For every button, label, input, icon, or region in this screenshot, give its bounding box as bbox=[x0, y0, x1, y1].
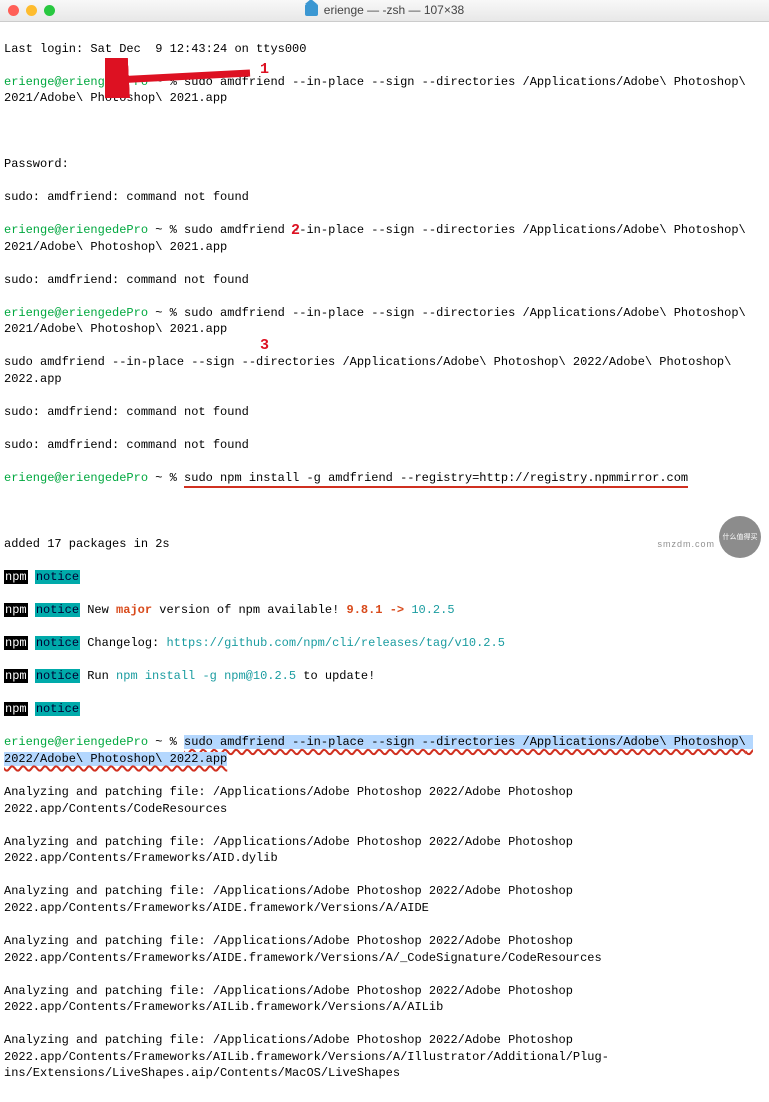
output-line: Analyzing and patching file: /Applicatio… bbox=[4, 883, 765, 916]
output-line: sudo amdfriend --in-place --sign --direc… bbox=[4, 354, 765, 387]
prompt-line: erienge@eriengedePro ~ % sudo amdfriend … bbox=[4, 734, 765, 767]
close-icon[interactable] bbox=[8, 5, 19, 16]
watermark-badge-icon: 什么值得买 bbox=[719, 516, 761, 558]
minimize-icon[interactable] bbox=[26, 5, 37, 16]
zoom-icon[interactable] bbox=[44, 5, 55, 16]
npm-notice-line: npm notice Run npm install -g npm@10.2.5… bbox=[4, 668, 765, 685]
npm-notice-line: npm notice bbox=[4, 569, 765, 586]
window-title: erienge — -zsh — 107×38 bbox=[324, 2, 464, 19]
npm-notice-line: npm notice Changelog: https://github.com… bbox=[4, 635, 765, 652]
home-folder-icon bbox=[305, 4, 318, 16]
window-titlebar: erienge — -zsh — 107×38 bbox=[0, 0, 769, 22]
output-line: Last login: Sat Dec 9 12:43:24 on ttys00… bbox=[4, 41, 765, 58]
output-line: Analyzing and patching file: /Applicatio… bbox=[4, 834, 765, 867]
npm-notice-line: npm notice bbox=[4, 701, 765, 718]
terminal-body[interactable]: Last login: Sat Dec 9 12:43:24 on ttys00… bbox=[0, 22, 769, 1102]
annotation-1: 1 bbox=[260, 60, 269, 81]
output-line: Analyzing and patching file: /Applicatio… bbox=[4, 933, 765, 966]
annotation-2: 2 bbox=[291, 221, 300, 242]
output-line: Analyzing and patching file: /Applicatio… bbox=[4, 784, 765, 817]
prompt-line: erienge@eriengedePro ~ % sudo amdfriend … bbox=[4, 305, 765, 338]
annotation-arrow-icon bbox=[105, 58, 255, 98]
output-line: sudo: amdfriend: command not found bbox=[4, 404, 765, 421]
command-text: sudo npm install -g amdfriend --registry… bbox=[184, 471, 688, 488]
output-line: sudo: amdfriend: command not found bbox=[4, 272, 765, 289]
output-line: sudo: amdfriend: command not found bbox=[4, 189, 765, 206]
annotation-3: 3 bbox=[260, 336, 269, 357]
output-line: sudo: amdfriend: command not found bbox=[4, 437, 765, 454]
traffic-lights bbox=[8, 5, 55, 16]
watermark-site: smzdm.com bbox=[657, 538, 715, 550]
output-line: Analyzing and patching file: /Applicatio… bbox=[4, 983, 765, 1016]
prompt-line: erienge@eriengedePro ~ % sudo amdfriend … bbox=[4, 222, 765, 255]
prompt-line: erienge@eriengedePro ~ % sudo npm instal… bbox=[4, 470, 765, 487]
output-line: added 17 packages in 2s bbox=[4, 536, 765, 553]
output-line: Password: bbox=[4, 156, 765, 173]
npm-notice-line: npm notice New major version of npm avai… bbox=[4, 602, 765, 619]
output-line: Analyzing and patching file: /Applicatio… bbox=[4, 1032, 765, 1082]
